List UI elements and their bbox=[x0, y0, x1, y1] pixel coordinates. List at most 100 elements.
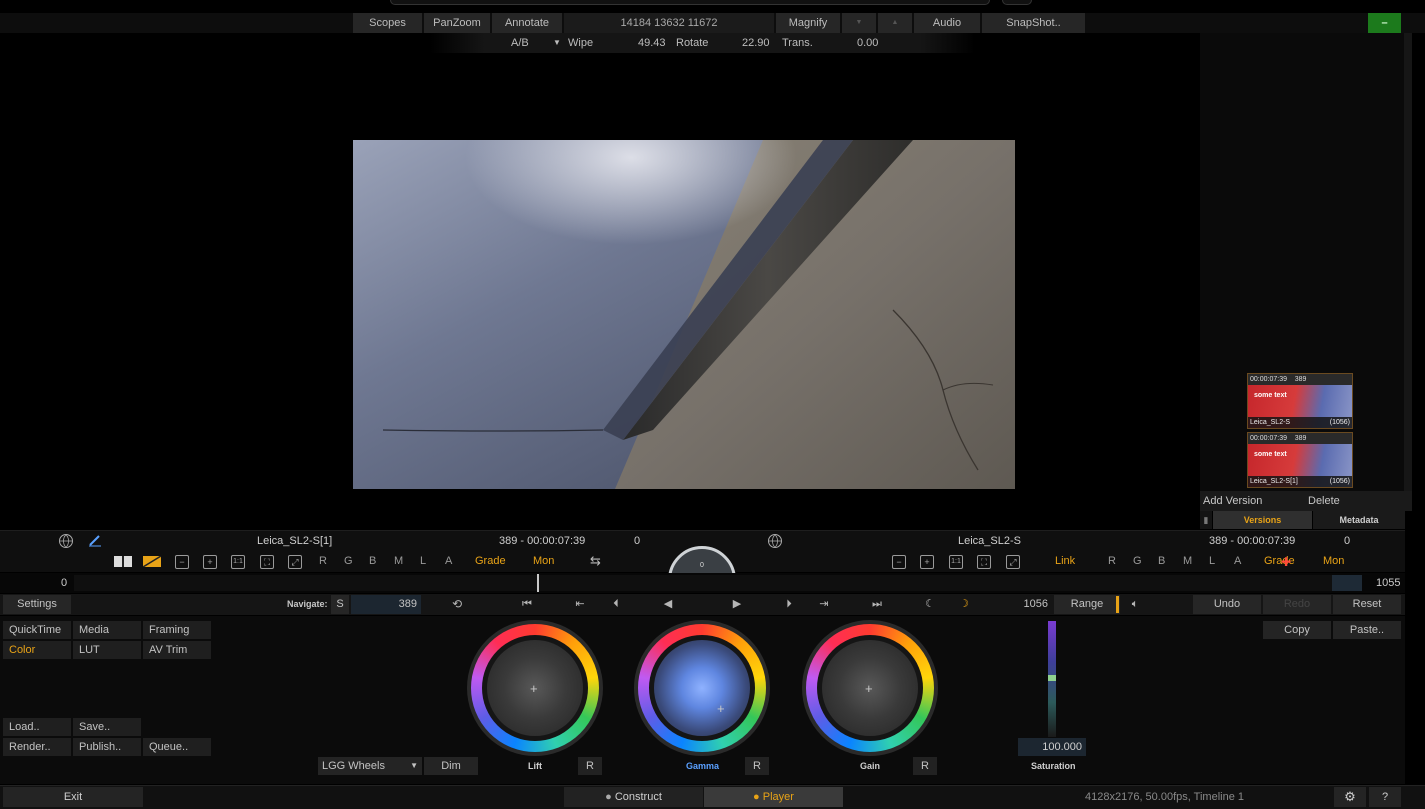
grade-toggle-a[interactable]: Grade bbox=[475, 552, 506, 570]
range-button[interactable]: Range bbox=[1054, 595, 1120, 614]
wipe-view-icon[interactable] bbox=[142, 555, 162, 568]
channel-l-b[interactable]: L bbox=[1209, 552, 1215, 570]
step-forward-icon[interactable]: ⏵ bbox=[781, 595, 797, 614]
gain-reset-button[interactable]: R bbox=[913, 757, 937, 775]
fit-icon[interactable]: ⛶ bbox=[977, 555, 991, 569]
pen-icon[interactable] bbox=[88, 533, 102, 547]
versions-scrollbar[interactable] bbox=[1404, 33, 1412, 491]
fullscreen-icon[interactable]: ⤢ bbox=[288, 555, 302, 569]
next-mark-icon[interactable]: ⇥ bbox=[816, 595, 832, 614]
player-tab[interactable]: ● Player bbox=[704, 787, 843, 807]
channel-r-a[interactable]: R bbox=[319, 552, 327, 570]
globe-icon[interactable] bbox=[59, 534, 73, 548]
menu-color[interactable]: Color bbox=[3, 641, 71, 659]
gear-icon[interactable]: ⚙ bbox=[1334, 787, 1366, 807]
gamma-crosshair-icon[interactable]: + bbox=[717, 702, 725, 715]
channel-g-a[interactable]: G bbox=[344, 552, 353, 570]
navigate-s-button[interactable]: S bbox=[331, 595, 349, 614]
timeline-track[interactable] bbox=[74, 575, 1332, 591]
version-thumbnail[interactable]: 00:00:07:39 389 some text Leica_SL2-S (10… bbox=[1247, 373, 1353, 429]
trans-value[interactable]: 0.00 bbox=[857, 33, 878, 53]
gamma-reset-button[interactable]: R bbox=[745, 757, 769, 775]
zoom-1to1-icon[interactable]: 1:1 bbox=[231, 555, 245, 569]
rotate-value[interactable]: 22.90 bbox=[742, 33, 770, 53]
channel-r-b[interactable]: R bbox=[1108, 552, 1116, 570]
channel-a-b[interactable]: A bbox=[1234, 552, 1241, 570]
saturation-slider-handle[interactable] bbox=[1048, 675, 1056, 681]
zoom-1to1-icon[interactable]: 1:1 bbox=[949, 555, 963, 569]
speaker-icon[interactable]: 🔈︎ bbox=[1127, 595, 1143, 614]
go-to-end-icon[interactable]: ⏭ bbox=[869, 595, 885, 614]
panzoom-button[interactable]: PanZoom bbox=[424, 13, 490, 33]
copy-button[interactable]: Copy bbox=[1263, 621, 1331, 639]
delete-version-button[interactable]: Delete bbox=[1308, 491, 1340, 511]
lift-crosshair-icon[interactable]: + bbox=[530, 682, 538, 695]
queue-button[interactable]: Queue.. bbox=[143, 738, 211, 756]
gain-crosshair-icon[interactable]: + bbox=[865, 682, 873, 695]
channel-b-a[interactable]: B bbox=[369, 552, 376, 570]
magnify-button[interactable]: Magnify bbox=[776, 13, 840, 33]
previous-mark-icon[interactable]: ⇤ bbox=[572, 595, 588, 614]
fit-icon[interactable]: ⛶ bbox=[260, 555, 274, 569]
exit-button[interactable]: Exit bbox=[3, 787, 143, 807]
lift-reset-button[interactable]: R bbox=[578, 757, 602, 775]
snapshot-button[interactable]: SnapShot.. bbox=[982, 13, 1085, 33]
construct-tab[interactable]: ● Construct bbox=[564, 787, 703, 807]
load-button[interactable]: Load.. bbox=[3, 718, 71, 736]
zoom-out-icon[interactable]: − bbox=[892, 555, 906, 569]
go-to-start-icon[interactable]: ⏮ bbox=[519, 595, 535, 614]
compare-mode-select[interactable]: A/B bbox=[511, 33, 529, 53]
mark-in-icon[interactable]: ☾ bbox=[922, 595, 938, 614]
gain-wheel[interactable]: + bbox=[802, 620, 938, 756]
publish-button[interactable]: Publish.. bbox=[73, 738, 141, 756]
menu-lut[interactable]: LUT bbox=[73, 641, 141, 659]
wipe-value[interactable]: 49.43 bbox=[638, 33, 666, 53]
video-viewer[interactable] bbox=[353, 140, 1015, 489]
scopes-button[interactable]: Scopes bbox=[353, 13, 422, 33]
zoom-in-icon[interactable]: + bbox=[203, 555, 217, 569]
fullscreen-icon[interactable]: ⤢ bbox=[1006, 555, 1020, 569]
audio-button[interactable]: Audio bbox=[914, 13, 980, 33]
help-button[interactable]: ? bbox=[1369, 787, 1401, 807]
channel-l-a[interactable]: L bbox=[420, 552, 426, 570]
tab-versions[interactable]: Versions bbox=[1213, 511, 1312, 529]
globe-icon[interactable] bbox=[768, 534, 782, 548]
timeline-playhead[interactable] bbox=[537, 574, 539, 592]
menu-av-trim[interactable]: AV Trim bbox=[143, 641, 211, 659]
channel-g-b[interactable]: G bbox=[1133, 552, 1142, 570]
mon-toggle-b[interactable]: Mon bbox=[1323, 552, 1344, 570]
link-toggle[interactable]: Link bbox=[1055, 552, 1075, 570]
version-thumbnail[interactable]: 00:00:07:39 389 some text Leica_SL2-S[1]… bbox=[1247, 432, 1353, 488]
channel-a-a[interactable]: A bbox=[445, 552, 452, 570]
wheel-mode-select[interactable]: LGG Wheels ▼ bbox=[318, 757, 422, 775]
swap-icon[interactable]: ⇆ bbox=[590, 552, 601, 570]
end-frame-field[interactable]: 1056 bbox=[984, 595, 1052, 614]
lift-wheel[interactable]: + bbox=[467, 620, 603, 756]
add-version-button[interactable]: Add Version bbox=[1203, 491, 1262, 511]
channel-b-b[interactable]: B bbox=[1158, 552, 1165, 570]
split-view-icon[interactable] bbox=[114, 556, 132, 567]
settings-button[interactable]: Settings bbox=[3, 595, 71, 614]
play-icon[interactable]: ▶ bbox=[729, 595, 745, 614]
dim-button[interactable]: Dim bbox=[424, 757, 478, 775]
magnify-down-button[interactable]: ▼ bbox=[842, 13, 876, 33]
channel-m-a[interactable]: M bbox=[394, 552, 403, 570]
annotate-button[interactable]: Annotate bbox=[492, 13, 562, 33]
save-button[interactable]: Save.. bbox=[73, 718, 141, 736]
render-button[interactable]: Render.. bbox=[3, 738, 71, 756]
tab-metadata[interactable]: Metadata bbox=[1313, 511, 1405, 529]
mark-out-icon[interactable]: ☽ bbox=[956, 595, 972, 614]
menu-media[interactable]: Media bbox=[73, 621, 141, 639]
reset-button[interactable]: Reset bbox=[1333, 595, 1401, 614]
current-frame-field[interactable]: 389 bbox=[351, 595, 421, 614]
compare-mode-arrow-icon[interactable]: ▼ bbox=[553, 33, 561, 53]
paste-button[interactable]: Paste.. bbox=[1333, 621, 1401, 639]
zoom-in-icon[interactable]: + bbox=[920, 555, 934, 569]
mon-toggle-a[interactable]: Mon bbox=[533, 552, 554, 570]
zoom-out-icon[interactable]: − bbox=[175, 555, 189, 569]
step-back-icon[interactable]: ⏴ bbox=[608, 595, 624, 614]
redo-button[interactable]: Redo bbox=[1263, 595, 1331, 614]
minimize-button[interactable]: – bbox=[1368, 13, 1401, 33]
saturation-value-field[interactable]: 100.000 bbox=[1018, 738, 1086, 756]
gamma-wheel[interactable]: + bbox=[634, 620, 770, 756]
